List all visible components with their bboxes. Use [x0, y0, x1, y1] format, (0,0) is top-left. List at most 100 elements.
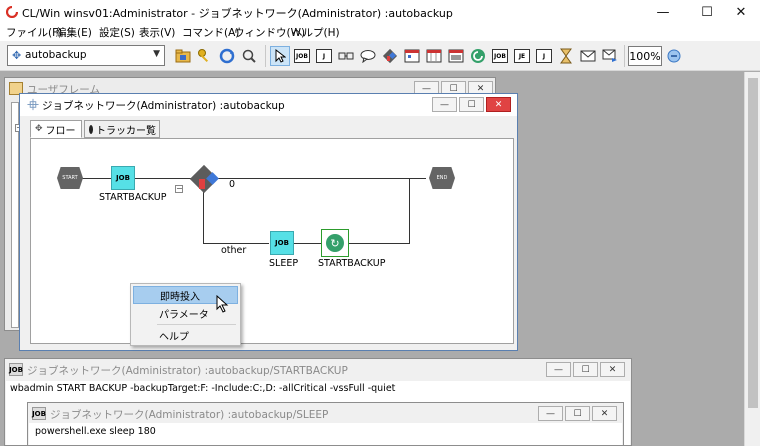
- branch-label-other: other: [221, 245, 247, 256]
- branch-collapse-toggle[interactable]: −: [175, 185, 183, 193]
- app-title-bar: CL/Win winsv01:Administrator - ジョブネットワーク…: [0, 0, 760, 24]
- flow-job-sleep-label: SLEEP: [269, 258, 299, 269]
- comment-icon[interactable]: [358, 46, 378, 66]
- menu-help[interactable]: ヘルプ(H): [292, 25, 340, 40]
- tab-flow[interactable]: ✥ フロー: [30, 120, 82, 138]
- tab-tracker[interactable]: トラッカー覧: [84, 120, 160, 138]
- jobnetwork-select-value: autobackup: [25, 49, 87, 61]
- context-menu: 即時投入 パラメータ ヘルプ: [130, 283, 241, 346]
- sleep-detail-titlebar: JOB ジョブネットワーク(Administrator) :autobackup…: [28, 403, 623, 425]
- flow-line: [409, 178, 410, 244]
- flow-subjob-startbackup-label: STARTBACKUP: [318, 258, 386, 269]
- search-icon[interactable]: [239, 46, 259, 66]
- flow-job-startbackup-label: STARTBACKUP: [99, 192, 167, 203]
- sleep-detail-window: JOB ジョブネットワーク(Administrator) :autobackup…: [27, 402, 624, 446]
- calendar-icon[interactable]: [402, 46, 422, 66]
- job-small-icon[interactable]: JOB: [490, 46, 510, 66]
- minimize-button[interactable]: —: [646, 0, 680, 24]
- sleep-detail-title: ジョブネットワーク(Administrator) :autobackup/SLE…: [50, 409, 329, 421]
- submit-icon: ↻: [326, 234, 344, 252]
- vertical-scrollbar[interactable]: [744, 72, 760, 446]
- job-network-titlebar: ジョブネットワーク(Administrator) :autobackup — ☐…: [20, 94, 517, 116]
- startbackup-command-text: wbadmin START BACKUP -backupTarget:F: -I…: [10, 383, 396, 394]
- job-network-title: ジョブネットワーク(Administrator) :autobackup: [42, 100, 285, 112]
- flow-line: [203, 189, 204, 244]
- app-title: CL/Win winsv01:Administrator - ジョブネットワーク…: [22, 7, 453, 20]
- sleep-detail-content: powershell.exe sleep 180: [29, 423, 622, 445]
- flow-subjob-startbackup[interactable]: ↻: [321, 229, 349, 257]
- menu-edit[interactable]: 編集(E): [56, 25, 92, 40]
- startbackup-detail-titlebar: JOB ジョブネットワーク(Administrator) :autobackup…: [5, 359, 631, 381]
- job-network-minimize-button[interactable]: —: [432, 97, 457, 112]
- tab-tracker-label: トラッカー覧: [96, 125, 156, 137]
- menu-separator: [157, 324, 236, 325]
- branch-red-marker: [199, 179, 205, 189]
- flow-line: [293, 243, 321, 244]
- toolbar: ✥ autobackup ▼ JOB J JOB JE J 100%: [0, 41, 760, 71]
- job-icon: JOB: [32, 407, 46, 420]
- sleep-minimize-button[interactable]: —: [538, 406, 563, 421]
- flow-job-startbackup[interactable]: JOB: [111, 166, 135, 190]
- flow-line: [81, 178, 111, 179]
- jobnetwork-select[interactable]: ✥ autobackup ▼: [7, 45, 165, 66]
- toolbar-separator: [265, 45, 266, 67]
- startbackup-close-button[interactable]: ✕: [600, 362, 625, 377]
- job-icon: JOB: [9, 363, 23, 376]
- submit-icon[interactable]: [468, 46, 488, 66]
- startbackup-detail-title: ジョブネットワーク(Administrator) :autobackup/STA…: [27, 365, 348, 377]
- maximize-button[interactable]: ☐: [690, 0, 724, 24]
- pointer-icon[interactable]: [270, 46, 290, 66]
- scrollbar-thumb[interactable]: [748, 78, 758, 408]
- network-icon: ✥: [12, 49, 22, 62]
- menu-settings[interactable]: 設定(S): [99, 25, 135, 40]
- folder-icon[interactable]: [173, 46, 193, 66]
- user-frame-tree-panel: [11, 102, 19, 328]
- mail-icon[interactable]: [578, 46, 598, 66]
- menu-file[interactable]: ファイル(F): [6, 25, 62, 40]
- mail-send-icon[interactable]: [600, 46, 620, 66]
- app-logo-icon: [6, 6, 18, 18]
- flow-line: [203, 243, 269, 244]
- close-button[interactable]: ✕: [724, 0, 758, 24]
- sleep-maximize-button[interactable]: ☐: [565, 406, 590, 421]
- job-icon[interactable]: JOB: [292, 46, 312, 66]
- flow-line: [135, 178, 195, 179]
- job-network-window: ジョブネットワーク(Administrator) :autobackup — ☐…: [19, 93, 518, 351]
- refresh-icon[interactable]: [217, 46, 237, 66]
- branch-label-zero: 0: [229, 179, 236, 190]
- key-icon[interactable]: [195, 46, 215, 66]
- hourglass-icon[interactable]: [556, 46, 576, 66]
- link-icon[interactable]: [336, 46, 356, 66]
- flow-line: [349, 243, 409, 244]
- sleep-command-text: powershell.exe sleep 180: [35, 426, 156, 437]
- network-icon: [27, 98, 39, 111]
- job-network-close-button[interactable]: ✕: [486, 97, 511, 112]
- toolbar-separator: [624, 45, 625, 67]
- tab-flow-label: フロー: [45, 125, 76, 137]
- sleep-close-button[interactable]: ✕: [592, 406, 617, 421]
- zoom-out-icon[interactable]: [664, 46, 684, 66]
- menu-command[interactable]: コマンド(A): [182, 25, 239, 40]
- chevron-down-icon[interactable]: ▼: [153, 49, 160, 59]
- flow-start-node[interactable]: START: [57, 167, 83, 189]
- tracker-icon: [89, 124, 93, 134]
- flow-job-sleep[interactable]: JOB: [270, 231, 294, 255]
- flow-canvas[interactable]: START JOB STARTBACKUP − 0 other END JOB …: [30, 138, 514, 344]
- menu-item-help[interactable]: ヘルプ: [133, 326, 238, 344]
- job-network-maximize-button[interactable]: ☐: [459, 97, 484, 112]
- mouse-cursor-icon: [216, 295, 229, 313]
- job-edit-icon[interactable]: J: [314, 46, 334, 66]
- startbackup-maximize-button[interactable]: ☐: [573, 362, 598, 377]
- calendar-grid-icon[interactable]: [424, 46, 444, 66]
- branch-icon[interactable]: [380, 46, 400, 66]
- flow-icon: ✥: [35, 124, 43, 134]
- zoom-level[interactable]: 100%: [628, 46, 662, 66]
- startbackup-minimize-button[interactable]: —: [546, 362, 571, 377]
- job-small2-icon[interactable]: JE: [512, 46, 532, 66]
- flow-line: [214, 178, 426, 179]
- job-small3-icon[interactable]: J: [534, 46, 554, 66]
- calendar-view-icon[interactable]: [446, 46, 466, 66]
- menu-view[interactable]: 表示(V): [139, 25, 175, 40]
- menu-bar: ファイル(F) 編集(E) 設定(S) 表示(V) コマンド(A) ウィンドウ(…: [0, 24, 760, 41]
- flow-end-node[interactable]: END: [429, 167, 455, 189]
